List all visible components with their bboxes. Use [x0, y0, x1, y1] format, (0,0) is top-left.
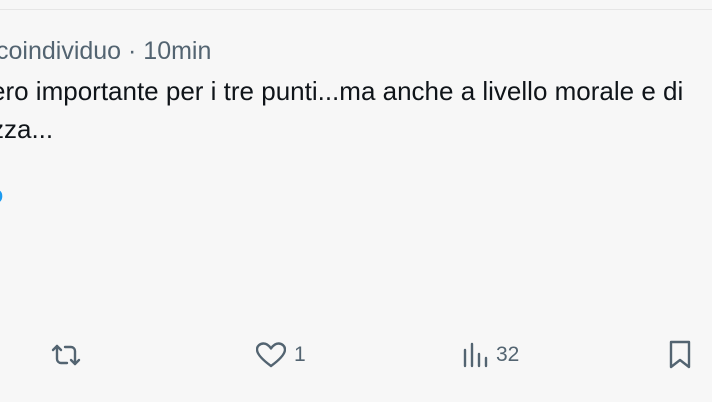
tweet-meta: coindividuo · 10min	[0, 36, 211, 66]
top-divider	[0, 9, 712, 10]
retweet-button[interactable]	[50, 335, 90, 375]
tweet-text: ero importante per i tre punti...ma anch…	[0, 72, 712, 148]
views-chart-icon	[463, 342, 488, 368]
views-button[interactable]: 32	[462, 335, 519, 375]
tweet-text-line-1: ero importante per i tre punti...ma anch…	[0, 76, 684, 106]
like-count: 1	[294, 343, 306, 366]
retweet-icon	[51, 344, 81, 366]
bookmark-icon	[669, 340, 691, 369]
translate-link[interactable]: o	[0, 180, 3, 210]
handle-and-time[interactable]: coindividuo · 10min	[0, 37, 211, 65]
like-button[interactable]: 1	[256, 335, 306, 375]
bookmark-button[interactable]	[668, 335, 692, 375]
tweet-text-line-2: zza...	[0, 114, 54, 144]
tweet-actions: 1 32	[0, 335, 712, 375]
heart-icon	[256, 342, 286, 368]
views-count: 32	[496, 343, 520, 366]
